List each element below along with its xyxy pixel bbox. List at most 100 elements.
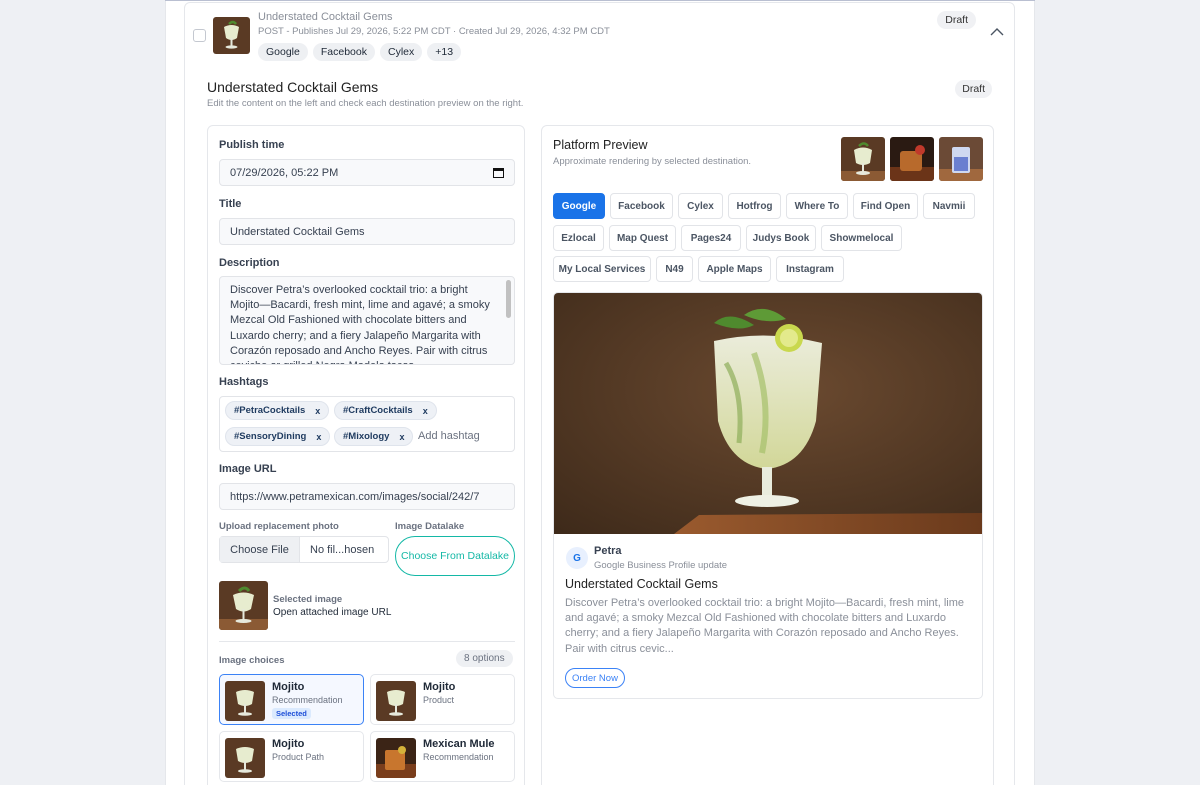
hashtag-text: #SensoryDining	[234, 431, 307, 442]
preview-thumbnail[interactable]	[841, 137, 885, 181]
publish-time-label: Publish time	[219, 139, 285, 151]
google-post-preview: G Petra Google Business Profile update U…	[553, 292, 983, 699]
choice-name: Mojito	[272, 681, 305, 693]
editor-title: Understated Cocktail Gems	[207, 79, 379, 95]
preview-post-title: Understated Cocktail Gems	[565, 577, 718, 591]
image-url-value: https://www.petramexican.com/images/soci…	[230, 490, 480, 503]
editor-subtitle: Edit the content on the left and check e…	[207, 98, 524, 109]
description-textarea[interactable]: Discover Petra’s overlooked cocktail tri…	[219, 276, 515, 365]
hashtags-label: Hashtags	[219, 376, 269, 388]
more-destinations-tag[interactable]: +13	[427, 43, 462, 61]
remove-hashtag-button[interactable]: x	[315, 406, 320, 416]
platform-preview-panel: Platform Preview Approximate rendering b…	[541, 125, 994, 785]
tab-facebook[interactable]: Facebook	[610, 193, 673, 219]
tab-apple-maps[interactable]: Apple Maps	[698, 256, 771, 282]
hashtags-field[interactable]: #PetraCocktails x #CraftCocktails x #Senso…	[219, 396, 515, 452]
edit-form-panel: Publish time 07/29/2026, 05:22 PM Title …	[207, 125, 525, 785]
preview-thumbnail[interactable]	[939, 137, 983, 181]
post-card: Understated Cocktail Gems POST - Publish…	[184, 2, 1015, 785]
choice-name: Mojito	[272, 738, 305, 750]
title-label: Title	[219, 198, 242, 210]
remove-hashtag-button[interactable]: x	[316, 432, 321, 442]
divider	[219, 641, 515, 642]
choice-thumbnail	[376, 681, 416, 721]
preview-thumbnail[interactable]	[890, 137, 934, 181]
destination-tag: Facebook	[312, 43, 375, 61]
remove-hashtag-button[interactable]: x	[399, 432, 404, 442]
image-choices-label: Image choices	[219, 655, 285, 666]
preview-title: Platform Preview	[553, 138, 648, 152]
hashtag-text: #CraftCocktails	[343, 405, 413, 416]
title-input[interactable]: Understated Cocktail Gems	[219, 218, 515, 245]
status-badge: Draft	[937, 11, 976, 29]
preview-hero-image	[554, 293, 982, 534]
tab-pages24[interactable]: Pages24	[681, 225, 741, 251]
file-upload-input[interactable]: Choose File No fil...hosen	[219, 536, 389, 563]
open-image-url-link[interactable]: Open attached image URL	[273, 607, 391, 618]
file-name-text: No fil...hosen	[310, 543, 375, 556]
destination-tags: Google Facebook Cylex +13	[258, 43, 462, 61]
textarea-scrollbar[interactable]	[506, 280, 511, 318]
tab-cylex[interactable]: Cylex	[678, 193, 723, 219]
tab-google[interactable]: Google	[553, 193, 605, 219]
image-url-input[interactable]: https://www.petramexican.com/images/soci…	[219, 483, 515, 510]
choice-name: Mexican Mule	[423, 738, 495, 750]
remove-hashtag-button[interactable]: x	[423, 406, 428, 416]
description-label: Description	[219, 257, 280, 269]
image-choices-count: 8 options	[456, 650, 513, 667]
tab-ezlocal[interactable]: Ezlocal	[553, 225, 604, 251]
destination-tag: Cylex	[379, 43, 423, 61]
hashtag-chip: #CraftCocktails x	[334, 401, 437, 420]
publish-time-input[interactable]: 07/29/2026, 05:22 PM	[219, 159, 515, 186]
choice-type: Recommendation	[272, 695, 343, 705]
selected-image-thumbnail	[219, 581, 268, 630]
business-subtitle: Google Business Profile update	[594, 560, 728, 571]
tab-my-local-services[interactable]: My Local Services	[553, 256, 651, 282]
image-choice-card[interactable]: Mojito Product	[370, 674, 515, 725]
choice-type: Product	[423, 695, 455, 705]
tab-where-to[interactable]: Where To	[786, 193, 848, 219]
chevron-up-icon[interactable]	[990, 27, 1004, 37]
post-thumbnail	[213, 17, 250, 54]
selected-badge: Selected	[272, 708, 311, 719]
choice-type: Product Path	[272, 752, 325, 762]
add-hashtag-input[interactable]: Add hashtag	[418, 430, 480, 442]
tab-find-open[interactable]: Find Open	[853, 193, 918, 219]
tab-hotfrog[interactable]: Hotfrog	[728, 193, 781, 219]
editor-status-badge: Draft	[955, 80, 992, 98]
business-name: Petra	[594, 545, 622, 557]
hashtag-chip: #PetraCocktails x	[225, 401, 330, 420]
order-now-button[interactable]: Order Now	[565, 668, 625, 688]
google-g-icon: G	[566, 547, 588, 569]
post-meta: POST - Publishes Jul 29, 2026, 5:22 PM C…	[258, 26, 610, 37]
publish-time-value: 07/29/2026, 05:22 PM	[230, 166, 339, 179]
datalake-label: Image Datalake	[395, 521, 465, 532]
hashtag-text: #PetraCocktails	[234, 405, 306, 416]
choice-thumbnail	[376, 738, 416, 778]
image-choice-card[interactable]: Mojito Product Path	[219, 731, 364, 782]
hashtag-chip: #SensoryDining x	[225, 427, 331, 446]
image-choice-card[interactable]: Mexican Mule Recommendation	[370, 731, 515, 782]
choose-from-datalake-button[interactable]: Choose From Datalake	[395, 536, 515, 576]
tab-n49[interactable]: N49	[656, 256, 693, 282]
tab-navmii[interactable]: Navmii	[923, 193, 975, 219]
image-choice-card[interactable]: Mojito Recommendation Selected	[219, 674, 364, 725]
upload-label: Upload replacement photo	[219, 521, 339, 532]
preview-post-description: Discover Petra’s overlooked cocktail tri…	[565, 597, 965, 655]
hashtag-text: #Mixology	[343, 431, 390, 442]
choice-thumbnail	[225, 681, 265, 721]
description-value: Discover Petra’s overlooked cocktail tri…	[230, 284, 490, 364]
tab-showmelocal[interactable]: Showmelocal	[821, 225, 902, 251]
title-value: Understated Cocktail Gems	[230, 225, 365, 238]
calendar-icon[interactable]	[493, 167, 504, 178]
tab-instagram[interactable]: Instagram	[776, 256, 844, 282]
destination-tag: Google	[258, 43, 308, 61]
tab-judys-book[interactable]: Judys Book	[746, 225, 816, 251]
preview-subtitle: Approximate rendering by selected destin…	[553, 156, 752, 167]
tab-map-quest[interactable]: Map Quest	[609, 225, 676, 251]
post-title: Understated Cocktail Gems	[258, 11, 393, 23]
preview-thumbnails	[841, 137, 983, 181]
post-select-checkbox[interactable]	[193, 29, 206, 42]
choose-file-button[interactable]: Choose File	[220, 537, 300, 562]
top-divider	[165, 0, 1035, 1]
